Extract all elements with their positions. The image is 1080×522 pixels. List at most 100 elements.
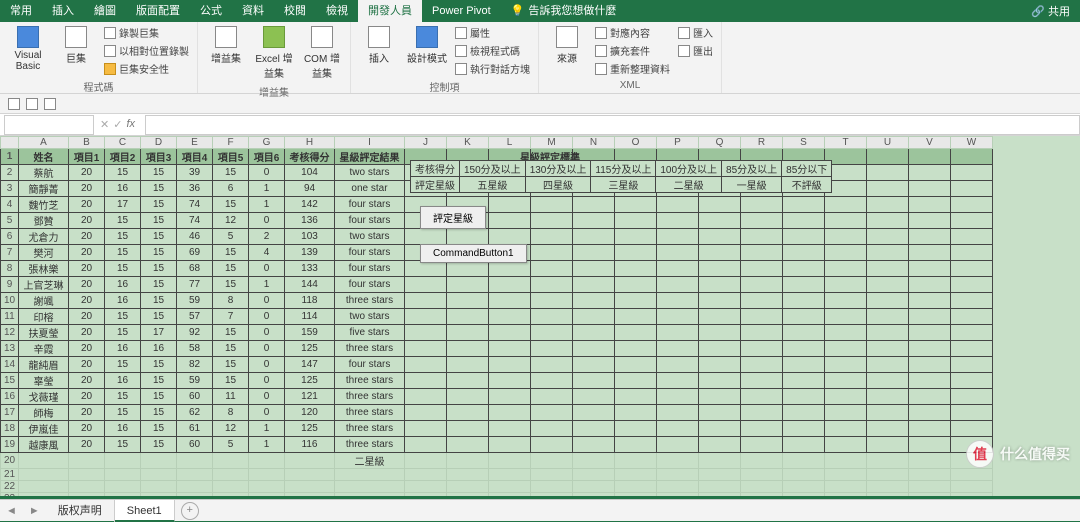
cell[interactable]: [447, 389, 489, 405]
cell[interactable]: [405, 293, 447, 309]
cell[interactable]: [405, 437, 447, 453]
cell[interactable]: [447, 229, 489, 245]
cell[interactable]: 82: [177, 357, 213, 373]
cell[interactable]: 16: [105, 341, 141, 357]
sheet-nav-prev[interactable]: ◄: [0, 505, 23, 517]
relative-ref-button[interactable]: 以相對位置錄製: [102, 42, 191, 59]
criteria-cell[interactable]: 85分以下: [782, 161, 832, 177]
cell[interactable]: [657, 309, 699, 325]
ribbon-tab-0[interactable]: 常用: [0, 0, 42, 22]
row-header[interactable]: 19: [1, 437, 19, 453]
cell[interactable]: [573, 421, 615, 437]
cell[interactable]: [141, 469, 177, 481]
row-header[interactable]: 2: [1, 165, 19, 181]
cell[interactable]: [405, 421, 447, 437]
cell[interactable]: [213, 469, 249, 481]
cell[interactable]: 20: [69, 293, 105, 309]
ribbon-tab-1[interactable]: 插入: [42, 0, 84, 22]
cell[interactable]: [213, 493, 249, 497]
cell[interactable]: 77: [177, 277, 213, 293]
cell[interactable]: [615, 481, 657, 493]
cell[interactable]: 20: [69, 421, 105, 437]
cell[interactable]: [405, 493, 447, 497]
cell[interactable]: [447, 421, 489, 437]
cell[interactable]: [867, 341, 909, 357]
row-header[interactable]: 8: [1, 261, 19, 277]
cell[interactable]: [867, 309, 909, 325]
cell[interactable]: [867, 421, 909, 437]
cell[interactable]: 辜瑩: [19, 373, 69, 389]
row-header[interactable]: 21: [1, 469, 19, 481]
cell[interactable]: [573, 469, 615, 481]
cell[interactable]: [825, 213, 867, 229]
row-header[interactable]: 6: [1, 229, 19, 245]
cell[interactable]: 121: [285, 389, 335, 405]
cell[interactable]: [825, 309, 867, 325]
cell[interactable]: [405, 357, 447, 373]
formula-input[interactable]: [145, 115, 1080, 135]
cell[interactable]: [531, 293, 573, 309]
criteria-cell[interactable]: 考核得分: [411, 161, 460, 177]
cell[interactable]: [951, 261, 993, 277]
cell[interactable]: [531, 245, 573, 261]
cell[interactable]: [741, 405, 783, 421]
cell[interactable]: [741, 357, 783, 373]
cell[interactable]: [951, 325, 993, 341]
cell[interactable]: [951, 149, 993, 165]
cell[interactable]: [531, 197, 573, 213]
cell[interactable]: 項目3: [141, 149, 177, 165]
cell[interactable]: 15: [141, 405, 177, 421]
cell[interactable]: [951, 481, 993, 493]
cell[interactable]: [741, 389, 783, 405]
cell[interactable]: [867, 197, 909, 213]
col-header[interactable]: N: [573, 137, 615, 149]
cell[interactable]: [105, 493, 141, 497]
cell[interactable]: [909, 149, 951, 165]
criteria-cell[interactable]: 115分及以上: [591, 161, 656, 177]
cell[interactable]: [405, 481, 447, 493]
cell[interactable]: [741, 197, 783, 213]
macros-button[interactable]: 巨集: [54, 24, 98, 67]
cell[interactable]: [783, 453, 825, 469]
worksheet[interactable]: ABCDEFGHIJKLMNOPQRSTUVW1姓名項目1項目2項目3項目4項目…: [0, 136, 1080, 496]
cell[interactable]: 118: [285, 293, 335, 309]
cell[interactable]: 樊河: [19, 245, 69, 261]
cell[interactable]: 15: [213, 165, 249, 181]
cell[interactable]: [213, 481, 249, 493]
row-header[interactable]: 3: [1, 181, 19, 197]
cell[interactable]: [447, 325, 489, 341]
cell[interactable]: [615, 453, 657, 469]
cell[interactable]: [489, 357, 531, 373]
cell[interactable]: [177, 493, 213, 497]
cell[interactable]: 16: [105, 421, 141, 437]
cell[interactable]: [825, 197, 867, 213]
cell[interactable]: [783, 341, 825, 357]
cell[interactable]: [867, 261, 909, 277]
cell[interactable]: [699, 341, 741, 357]
cell[interactable]: 張林樂: [19, 261, 69, 277]
cell[interactable]: [489, 405, 531, 421]
col-header[interactable]: O: [615, 137, 657, 149]
cell[interactable]: [69, 481, 105, 493]
cell[interactable]: [909, 341, 951, 357]
cell[interactable]: [405, 373, 447, 389]
cell[interactable]: [909, 437, 951, 453]
cell[interactable]: [573, 373, 615, 389]
cell[interactable]: 6: [213, 181, 249, 197]
cell[interactable]: 15: [213, 357, 249, 373]
cell[interactable]: [531, 341, 573, 357]
cell[interactable]: 15: [105, 261, 141, 277]
cell[interactable]: [141, 453, 177, 469]
cell[interactable]: 116: [285, 437, 335, 453]
cell[interactable]: [615, 405, 657, 421]
cell[interactable]: [699, 421, 741, 437]
cell[interactable]: [741, 213, 783, 229]
cell[interactable]: [249, 493, 285, 497]
cell[interactable]: [615, 309, 657, 325]
cell[interactable]: [741, 373, 783, 389]
cell[interactable]: 15: [213, 277, 249, 293]
cell[interactable]: 姓名: [19, 149, 69, 165]
cell[interactable]: [909, 293, 951, 309]
cell[interactable]: [657, 405, 699, 421]
save-icon[interactable]: [8, 98, 20, 110]
